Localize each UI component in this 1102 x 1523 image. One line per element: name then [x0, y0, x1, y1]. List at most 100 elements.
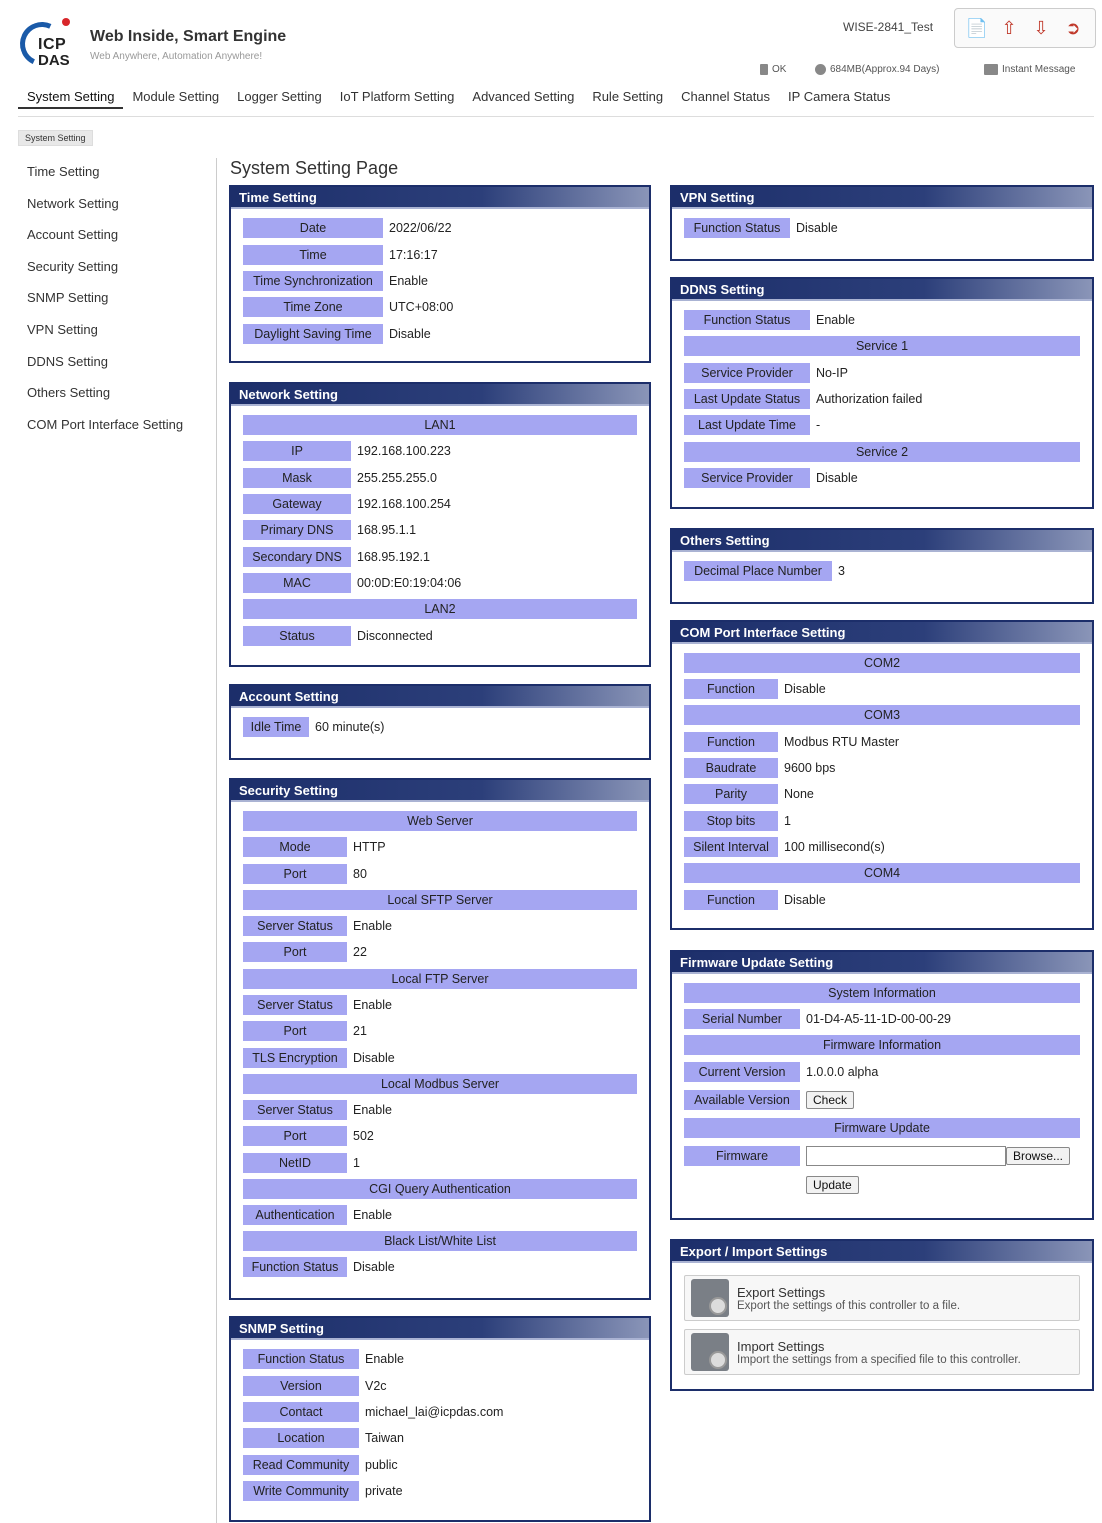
- document-icon[interactable]: 📄: [964, 14, 990, 42]
- snmp-row: Function Status Enable: [243, 1346, 637, 1372]
- tab-logger-setting[interactable]: Logger Setting: [228, 86, 331, 109]
- time-row: Daylight Saving Time Disable: [243, 321, 637, 347]
- com-row: Function Disable: [684, 886, 1080, 912]
- tab-channel-status[interactable]: Channel Status: [672, 86, 779, 109]
- battery-icon: [760, 64, 768, 75]
- section-com2: COM2: [684, 653, 1080, 673]
- sidebar-item-vpn[interactable]: VPN Setting: [20, 318, 210, 350]
- firmware-row: Serial Number 01-D4-A5-11-1D-00-00-29: [684, 1006, 1080, 1032]
- message-icon: [984, 64, 998, 75]
- account-row: Idle Time 60 minute(s): [243, 714, 637, 740]
- section-ftp: Local FTP Server: [243, 968, 637, 989]
- panel-title: VPN Setting: [672, 187, 1092, 209]
- sidebar-item-security[interactable]: Security Setting: [20, 255, 210, 287]
- ddns-row: Service Provider No-IP: [684, 359, 1080, 385]
- security-row: Function Status Disable: [243, 1254, 637, 1280]
- tab-advanced-setting[interactable]: Advanced Setting: [463, 86, 583, 109]
- sidebar-divider: [216, 158, 217, 1523]
- snmp-setting-panel: SNMP Setting Function Status Enable Versi…: [229, 1316, 651, 1522]
- tab-ip-camera-status[interactable]: IP Camera Status: [779, 86, 899, 109]
- sidebar-item-snmp[interactable]: SNMP Setting: [20, 286, 210, 318]
- check-button[interactable]: Check: [806, 1090, 855, 1109]
- breadcrumb: System Setting: [18, 130, 93, 146]
- update-button[interactable]: Update: [806, 1175, 859, 1194]
- firmware-file-input[interactable]: [806, 1145, 1006, 1166]
- sidebar-item-com-port[interactable]: COM Port Interface Setting: [20, 413, 210, 445]
- panel-title: Others Setting: [672, 530, 1092, 552]
- firmware-row: Current Version 1.0.0.0 alpha: [684, 1058, 1080, 1084]
- ddns-row: Function Status Enable: [684, 307, 1080, 333]
- panel-title: Time Setting: [231, 187, 649, 209]
- network-row: Gateway 192.168.100.254: [243, 491, 637, 517]
- security-row: TLS Encryption Disable: [243, 1044, 637, 1070]
- time-setting-panel: Time Setting Date 2022/06/22 Time 17:16:17…: [229, 185, 651, 363]
- network-row: MAC 00:0D:E0:19:04:06: [243, 570, 637, 596]
- network-setting-panel: Network Setting LAN1 IP 192.168.100.223 M…: [229, 382, 651, 667]
- com-row: Stop bits 1: [684, 808, 1080, 834]
- section-lan1: LAN1: [243, 415, 637, 435]
- section-sftp: Local SFTP Server: [243, 889, 637, 910]
- snmp-row: Read Community public: [243, 1452, 637, 1478]
- import-icon: [691, 1333, 729, 1371]
- panel-title: Firmware Update Setting: [672, 952, 1092, 974]
- security-row: Port 80: [243, 860, 637, 886]
- logout-icon[interactable]: ➲: [1060, 14, 1086, 42]
- brand-tagline: Web Anywhere, Automation Anywhere!: [90, 51, 263, 62]
- sidebar-item-network[interactable]: Network Setting: [20, 192, 210, 224]
- export-settings-button[interactable]: Export Settings Export the settings of th…: [684, 1275, 1080, 1321]
- browse-button[interactable]: Browse...: [1006, 1146, 1071, 1165]
- network-row: Mask 255.255.255.0: [243, 464, 637, 490]
- sidebar-item-ddns[interactable]: DDNS Setting: [20, 350, 210, 382]
- panel-title: Export / Import Settings: [672, 1241, 1092, 1263]
- export-icon: [691, 1279, 729, 1317]
- firmware-setting-panel: Firmware Update Setting System Informati…: [670, 950, 1094, 1220]
- header: ICP DAS Web Inside, Smart Engine Web Any…: [0, 0, 1102, 82]
- network-row: IP 192.168.100.223: [243, 438, 637, 464]
- com-row: Function Modbus RTU Master: [684, 728, 1080, 754]
- time-row: Time 17:16:17: [243, 241, 637, 267]
- section-web-server: Web Server: [243, 811, 637, 831]
- time-row: Time Zone UTC+08:00: [243, 294, 637, 320]
- ddns-row: Last Update Time -: [684, 412, 1080, 438]
- section-cgi: CGI Query Authentication: [243, 1178, 637, 1199]
- download-icon[interactable]: ⇩: [1028, 14, 1054, 42]
- snmp-row: Contact michael_lai@icpdas.com: [243, 1399, 637, 1425]
- upload-icon[interactable]: ⇧: [996, 14, 1022, 42]
- nav-divider: [18, 116, 1094, 117]
- section-system-info: System Information: [684, 983, 1080, 1003]
- status-storage: 684MB(Approx.94 Days): [815, 64, 940, 75]
- tab-module-setting[interactable]: Module Setting: [123, 86, 228, 109]
- status-message[interactable]: Instant Message: [984, 64, 1075, 75]
- sidebar-item-account[interactable]: Account Setting: [20, 223, 210, 255]
- snmp-row: Location Taiwan: [243, 1425, 637, 1451]
- network-row: Status Disconnected: [243, 622, 637, 648]
- page-title: System Setting Page: [230, 158, 399, 178]
- tab-iot-platform-setting[interactable]: IoT Platform Setting: [331, 86, 464, 109]
- section-service-1: Service 1: [684, 336, 1080, 357]
- import-settings-button[interactable]: Import Settings Import the settings from …: [684, 1329, 1080, 1375]
- com-row: Parity None: [684, 781, 1080, 807]
- others-row: Decimal Place Number 3: [684, 558, 1080, 584]
- security-row: Port 21: [243, 1018, 637, 1044]
- security-row: Port 22: [243, 939, 637, 965]
- security-row: NetID 1: [243, 1150, 637, 1176]
- panel-title: DDNS Setting: [672, 279, 1092, 301]
- security-row: Server Status Enable: [243, 913, 637, 939]
- tab-rule-setting[interactable]: Rule Setting: [583, 86, 672, 109]
- section-com4: COM4: [684, 863, 1080, 884]
- section-firmware-info: Firmware Information: [684, 1035, 1080, 1056]
- ddns-row: Last Update Status Authorization failed: [684, 386, 1080, 412]
- ddns-row: Service Provider Disable: [684, 465, 1080, 491]
- panel-title: COM Port Interface Setting: [672, 622, 1092, 644]
- vpn-row: Function Status Disable: [684, 215, 1080, 241]
- network-row: Primary DNS 168.95.1.1: [243, 517, 637, 543]
- section-black-white-list: Black List/White List: [243, 1231, 637, 1252]
- page: ICP DAS Web Inside, Smart Engine Web Any…: [0, 0, 1102, 1523]
- tab-system-setting[interactable]: System Setting: [18, 86, 124, 109]
- sidebar-item-time[interactable]: Time Setting: [20, 160, 210, 192]
- storage-icon: [815, 64, 826, 75]
- sidebar-item-others[interactable]: Others Setting: [20, 381, 210, 413]
- security-row: Port 502: [243, 1123, 637, 1149]
- export-import-panel: Export / Import Settings Export Settings…: [670, 1239, 1094, 1391]
- network-row: Secondary DNS 168.95.192.1: [243, 544, 637, 570]
